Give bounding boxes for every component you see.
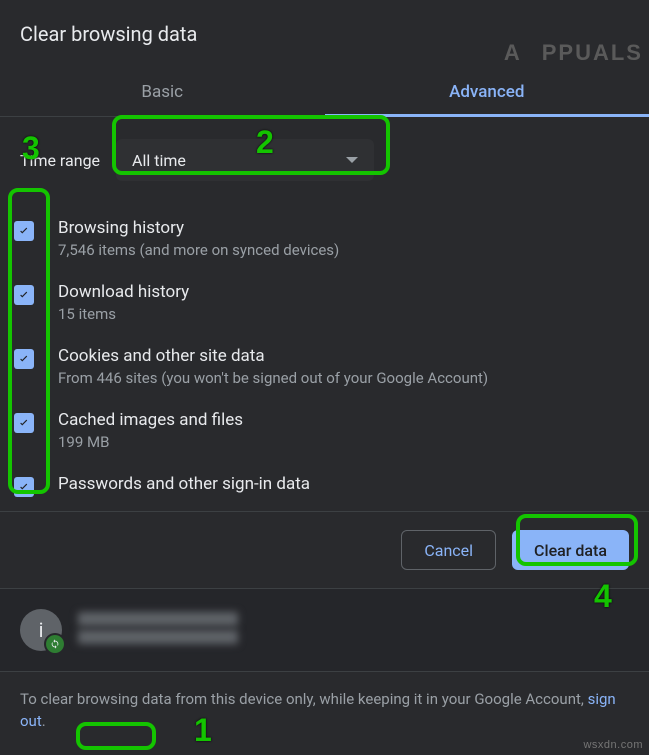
option-cookies[interactable]: Cookies and other site data From 446 sit… xyxy=(0,335,649,399)
sync-badge-icon xyxy=(44,633,66,655)
footer-post: . xyxy=(42,712,46,730)
watermark-site: wsxdn.com xyxy=(583,739,643,751)
clear-data-button[interactable]: Clear data xyxy=(512,530,629,570)
checkbox-cache[interactable] xyxy=(14,413,34,433)
option-cache[interactable]: Cached images and files 199 MB xyxy=(0,399,649,463)
option-subtitle: 15 items xyxy=(58,303,189,325)
option-subtitle: 7,546 items (and more on synced devices) xyxy=(58,239,339,261)
tab-basic[interactable]: Basic xyxy=(0,68,325,116)
option-title: Passwords and other sign-in data xyxy=(58,473,310,495)
option-title: Cookies and other site data xyxy=(58,345,488,367)
tabs: Basic Advanced xyxy=(0,68,649,117)
avatar: i xyxy=(20,609,62,651)
watermark-logo: AA pualsPPUALS xyxy=(504,40,643,66)
time-range-value: All time xyxy=(132,151,186,170)
options-list: Browsing history 7,546 items (and more o… xyxy=(0,207,649,507)
tab-advanced[interactable]: Advanced xyxy=(325,68,649,116)
avatar-initial: i xyxy=(39,618,44,642)
account-section: i xyxy=(0,588,649,672)
checkbox-browsing-history[interactable] xyxy=(14,221,34,241)
option-subtitle: 199 MB xyxy=(58,431,243,453)
checkbox-download-history[interactable] xyxy=(14,285,34,305)
option-subtitle: From 446 sites (you won't be signed out … xyxy=(58,367,488,389)
footer-info-text: To clear browsing data from this device … xyxy=(0,672,649,748)
dialog-footer-buttons: Cancel Clear data xyxy=(0,511,649,588)
option-title: Browsing history xyxy=(58,217,339,239)
option-title: Download history xyxy=(58,281,189,303)
option-title: Cached images and files xyxy=(58,409,243,431)
checkbox-cookies[interactable] xyxy=(14,349,34,369)
option-browsing-history[interactable]: Browsing history 7,546 items (and more o… xyxy=(0,207,649,271)
cancel-button[interactable]: Cancel xyxy=(401,530,496,570)
account-email-blurred xyxy=(78,630,238,644)
account-name-blurred xyxy=(78,612,238,626)
checkbox-passwords[interactable] xyxy=(14,477,34,497)
option-download-history[interactable]: Download history 15 items xyxy=(0,271,649,335)
chevron-down-icon xyxy=(346,157,358,163)
time-range-label: Time range xyxy=(20,151,100,170)
time-range-dropdown[interactable]: All time xyxy=(116,139,374,181)
time-range-row: Time range All time xyxy=(20,139,629,181)
clear-browsing-data-dialog: Clear browsing data Basic Advanced Time … xyxy=(0,0,649,755)
footer-pre: To clear browsing data from this device … xyxy=(20,690,588,708)
option-passwords[interactable]: Passwords and other sign-in data xyxy=(0,463,649,507)
